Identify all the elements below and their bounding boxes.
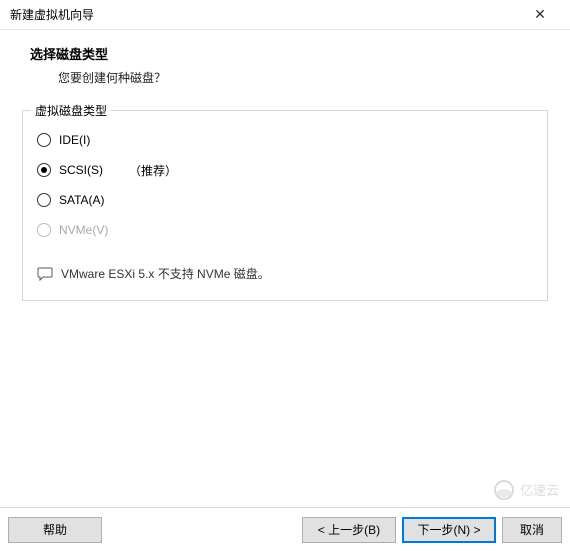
watermark-logo: 亿速云 — [492, 475, 564, 505]
window-title: 新建虚拟机向导 — [10, 6, 94, 23]
radio-option-nvme: NVMe(V) — [37, 215, 533, 245]
radio-option-scsi[interactable]: SCSI(S) （推荐） — [37, 155, 533, 185]
radio-option-sata[interactable]: SATA(A) — [37, 185, 533, 215]
titlebar: 新建虚拟机向导 ✕ — [0, 0, 570, 30]
radio-label: IDE(I) — [59, 133, 90, 147]
group-legend: 虚拟磁盘类型 — [31, 102, 111, 119]
cancel-button[interactable]: 取消 — [502, 517, 562, 543]
radio-icon — [37, 133, 51, 147]
radio-icon — [37, 163, 51, 177]
next-button[interactable]: 下一步(N) > — [402, 517, 496, 543]
info-text: VMware ESXi 5.x 不支持 NVMe 磁盘。 — [61, 265, 270, 282]
close-icon: ✕ — [534, 6, 546, 23]
chat-info-icon — [37, 267, 53, 281]
back-button[interactable]: < 上一步(B) — [302, 517, 396, 543]
radio-label: SATA(A) — [59, 193, 105, 207]
wizard-body: 虚拟磁盘类型 IDE(I) SCSI(S) （推荐） SATA(A) NVMe(… — [0, 110, 570, 301]
radio-icon — [37, 223, 51, 237]
wizard-header: 选择磁盘类型 您要创建何种磁盘？ — [0, 30, 570, 100]
recommended-tag: （推荐） — [129, 162, 177, 179]
radio-label: NVMe(V) — [59, 223, 108, 237]
page-heading: 选择磁盘类型 — [30, 44, 570, 63]
disk-type-group: 虚拟磁盘类型 IDE(I) SCSI(S) （推荐） SATA(A) NVMe(… — [22, 110, 548, 301]
page-subtitle: 您要创建何种磁盘？ — [58, 69, 570, 86]
info-message: VMware ESXi 5.x 不支持 NVMe 磁盘。 — [37, 265, 533, 282]
close-button[interactable]: ✕ — [520, 1, 560, 29]
help-button[interactable]: 帮助 — [8, 517, 102, 543]
radio-label: SCSI(S) — [59, 163, 103, 177]
radio-option-ide[interactable]: IDE(I) — [37, 125, 533, 155]
svg-text:亿速云: 亿速云 — [520, 483, 559, 498]
radio-icon — [37, 193, 51, 207]
wizard-footer: 帮助 < 上一步(B) 下一步(N) > 取消 — [0, 507, 570, 551]
